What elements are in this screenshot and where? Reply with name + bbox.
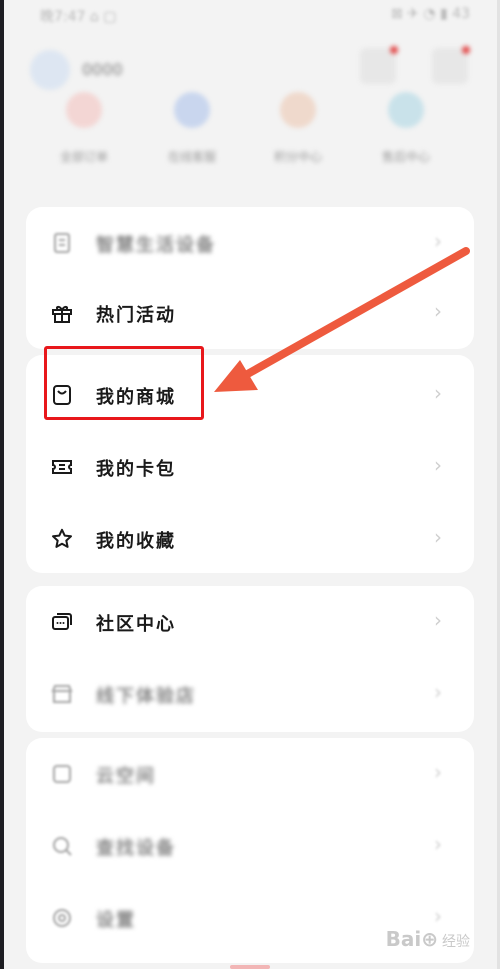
watermark-brand: Bai⊕ — [385, 927, 438, 951]
annotation-arrow — [214, 247, 470, 392]
baidu-watermark: Bai⊕ 经验 — [386, 927, 470, 951]
home-indicator — [230, 965, 270, 969]
watermark-sub: 经验 — [442, 934, 470, 950]
